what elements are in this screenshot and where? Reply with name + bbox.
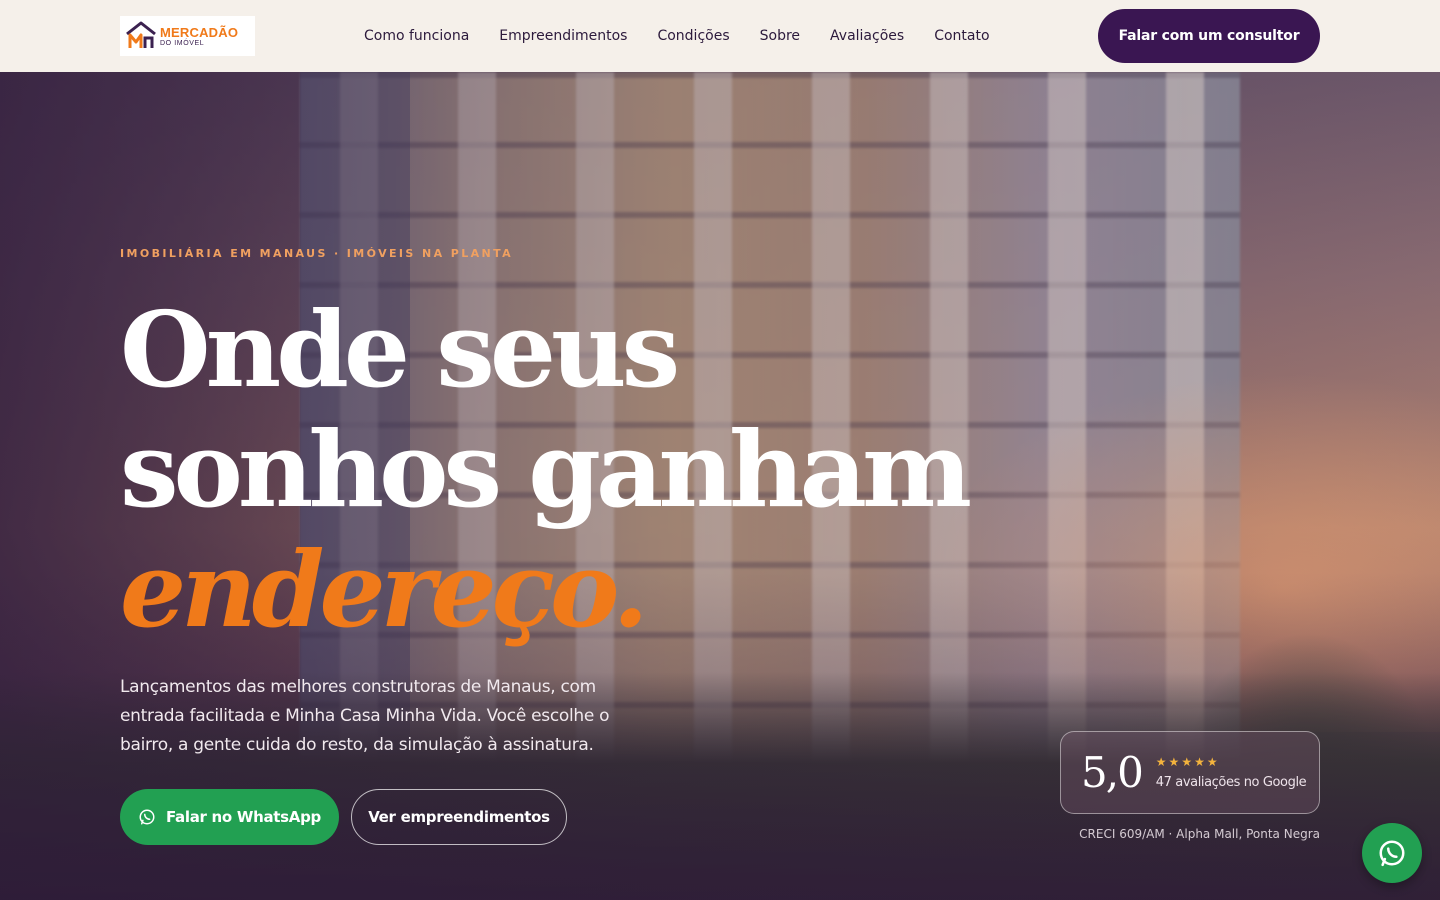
- google-rating-card: 5,0 ★★★★★ 47 avaliações no Google: [1060, 731, 1320, 814]
- nav-item-avaliacoes[interactable]: Avaliações: [830, 28, 904, 44]
- creci-info: CRECI 609/AM · Alpha Mall, Ponta Negra: [1079, 827, 1320, 841]
- hero-lead-text: Lançamentos das melhores construtoras de…: [120, 677, 610, 755]
- hero-title-line-1: Onde seus: [120, 288, 680, 411]
- talk-to-consultant-button[interactable]: Falar com um consultor: [1098, 9, 1320, 63]
- whatsapp-button-label: Falar no WhatsApp: [165, 808, 321, 826]
- rating-label: 47 avaliações no Google: [1155, 775, 1307, 790]
- floating-whatsapp-button[interactable]: [1362, 823, 1422, 883]
- rating-stars-icon: ★★★★★: [1155, 755, 1220, 769]
- nav-item-condicoes[interactable]: Condições: [657, 28, 729, 44]
- nav-item-sobre[interactable]: Sobre: [760, 28, 800, 44]
- hero-title-accent: endereço.: [120, 528, 649, 651]
- logo-wordmark: MERCADÃO: [160, 24, 239, 40]
- whatsapp-icon: [139, 809, 155, 825]
- hero-eyebrow: IMOBILIÁRIA EM MANAUS · IMÓVEIS NA PLANT…: [120, 247, 514, 260]
- nav-item-empreendimentos[interactable]: Empreendimentos: [499, 28, 627, 44]
- main-nav: Como funciona Empreendimentos Condições …: [364, 28, 990, 44]
- site-header: MERCADÃO DO IMÓVEL Como funciona Empreen…: [0, 0, 1440, 72]
- nav-item-como-funciona[interactable]: Como funciona: [364, 28, 469, 44]
- hero-title: Onde seus sonhos ganham endereço.: [120, 288, 972, 651]
- whatsapp-icon: [1379, 840, 1405, 867]
- rating-score: 5,0: [1081, 748, 1144, 797]
- whatsapp-button[interactable]: Falar no WhatsApp: [120, 789, 339, 845]
- house-m-logo-icon: [126, 21, 156, 48]
- hero-title-line-2: sonhos ganham: [120, 408, 972, 531]
- brand-logo[interactable]: MERCADÃO DO IMÓVEL: [120, 16, 255, 56]
- logo-subtitle: DO IMÓVEL: [160, 39, 205, 47]
- nav-item-contato[interactable]: Contato: [934, 28, 989, 44]
- view-developments-button[interactable]: Ver empreendimentos: [351, 789, 567, 845]
